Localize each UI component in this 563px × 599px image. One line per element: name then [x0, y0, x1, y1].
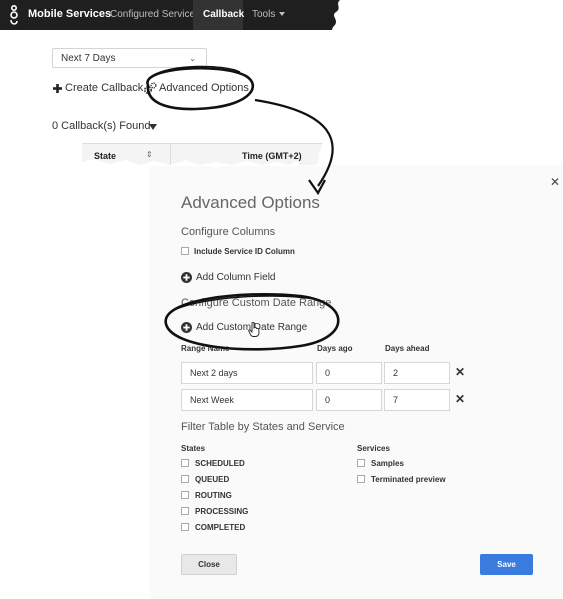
service-label: Samples	[371, 459, 404, 468]
close-icon[interactable]: ✕	[550, 175, 560, 189]
close-button[interactable]: Close	[181, 554, 237, 575]
state-checkbox-scheduled[interactable]	[181, 459, 189, 467]
days-ahead-input[interactable]: 7	[384, 389, 450, 411]
state-checkbox-queued[interactable]	[181, 475, 189, 483]
state-checkbox-routing[interactable]	[181, 491, 189, 499]
state-label: ROUTING	[195, 491, 232, 500]
circle-plus-icon	[181, 322, 192, 333]
delete-range-icon[interactable]: ✕	[455, 365, 465, 379]
chevron-down-icon: ⌄	[189, 54, 196, 63]
services-label: Services	[357, 444, 390, 453]
state-checkbox-processing[interactable]	[181, 507, 189, 515]
circle-plus-icon	[181, 272, 192, 283]
days-ago-header: Days ago	[317, 344, 353, 353]
range-name-header: Range Name	[181, 344, 230, 353]
callbacks-found-count: 0 Callback(s) Found	[52, 120, 151, 132]
include-service-id-checkbox[interactable]	[181, 247, 189, 255]
service-label: Terminated preview	[371, 475, 446, 484]
column-header-time[interactable]: Time (GMT+2)	[242, 151, 302, 161]
genesys-logo-icon	[7, 4, 21, 26]
nav-link-tools[interactable]: Tools	[252, 9, 285, 20]
state-label: COMPLETED	[195, 523, 246, 532]
hand-cursor-icon	[248, 322, 260, 337]
delete-range-icon[interactable]: ✕	[455, 392, 465, 406]
range-name-input[interactable]: Next 2 days	[181, 362, 313, 384]
gears-icon	[143, 82, 157, 95]
configure-columns-heading: Configure Columns	[181, 226, 276, 238]
nav-link-callback[interactable]: Callback	[203, 9, 244, 20]
advanced-options-link[interactable]: Advanced Options	[159, 82, 249, 94]
advanced-options-dialog: ✕ Advanced Options Configure Columns Inc…	[150, 166, 563, 599]
state-label: QUEUED	[195, 475, 230, 484]
service-checkbox-terminated-preview[interactable]	[357, 475, 365, 483]
nav-brand[interactable]: Mobile Services	[28, 8, 111, 20]
caret-down-icon	[279, 12, 285, 16]
days-ahead-header: Days ahead	[385, 344, 430, 353]
save-button[interactable]: Save	[480, 554, 533, 575]
states-label: States	[181, 444, 206, 453]
dialog-title: Advanced Options	[181, 193, 320, 212]
nav-tools-label: Tools	[252, 9, 276, 20]
sort-icon[interactable]: ⇕	[146, 150, 153, 159]
range-name-input[interactable]: Next Week	[181, 389, 313, 411]
caret-down-icon[interactable]	[149, 124, 157, 130]
service-checkbox-samples[interactable]	[357, 459, 365, 467]
state-checkbox-completed[interactable]	[181, 523, 189, 531]
plus-icon	[53, 84, 62, 93]
configure-date-range-heading: Configure Custom Date Range	[181, 297, 332, 309]
days-ago-input[interactable]: 0	[316, 389, 382, 411]
table-header: State ⇕ Time (GMT+2)	[82, 143, 332, 168]
date-range-select[interactable]: Next 7 Days ⌄	[52, 48, 207, 68]
state-label: SCHEDULED	[195, 459, 245, 468]
days-ahead-input[interactable]: 2	[384, 362, 450, 384]
navbar: Mobile Services Configured Services Call…	[0, 0, 563, 30]
state-label: PROCESSING	[195, 507, 249, 516]
days-ago-input[interactable]: 0	[316, 362, 382, 384]
include-service-id-label: Include Service ID Column	[194, 247, 295, 256]
date-range-value: Next 7 Days	[61, 53, 116, 64]
nav-link-configured-services[interactable]: Configured Services	[110, 9, 200, 20]
add-column-field-button[interactable]: Add Column Field	[196, 272, 275, 283]
column-header-state[interactable]: State	[94, 151, 116, 161]
callback-screenshot: Mobile Services Configured Services Call…	[0, 0, 563, 165]
filter-heading: Filter Table by States and Service	[181, 421, 345, 433]
create-callback-button[interactable]: Create Callback	[65, 82, 143, 94]
